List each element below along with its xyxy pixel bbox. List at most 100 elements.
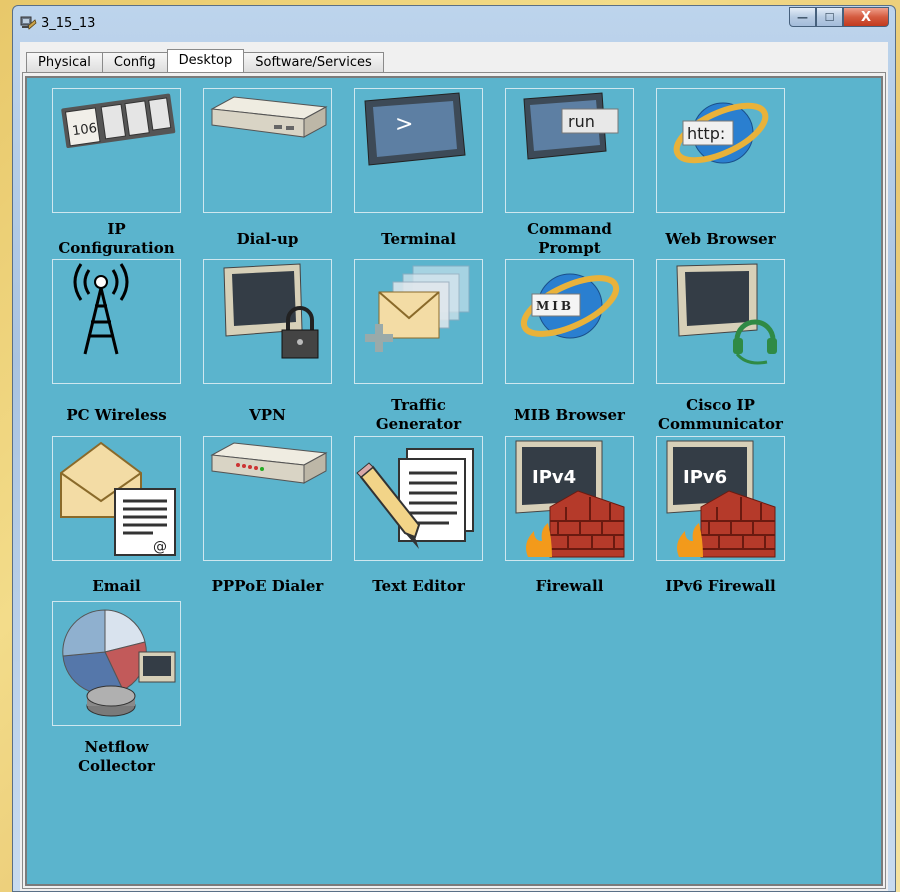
tab-desktop[interactable]: Desktop xyxy=(166,49,245,72)
app-ip-configuration[interactable]: 106 IP Configuration xyxy=(32,88,181,258)
window-client-area: Physical Config Desktop Software/Service… xyxy=(20,42,888,891)
app-text-editor[interactable]: Text Editor xyxy=(334,436,483,606)
wireless-tower-icon xyxy=(73,263,129,355)
app-label-line: Web Browser xyxy=(665,230,776,248)
app-mib-browser[interactable]: MIB MIB Browser xyxy=(485,259,634,429)
email-icon-text: @ xyxy=(153,539,167,555)
app-label-line: Command xyxy=(527,220,612,238)
tab-software-services[interactable]: Software/Services xyxy=(243,52,384,72)
command-prompt-icon-text: run xyxy=(568,112,595,131)
command-prompt-icon: run xyxy=(523,92,619,160)
tab-bar: Physical Config Desktop Software/Service… xyxy=(26,49,384,72)
app-label-line: Configuration xyxy=(58,239,175,257)
app-label: PPPoE Dialer xyxy=(183,577,352,596)
packet-tracer-pc-icon xyxy=(20,16,37,30)
app-label: IPv6 Firewall xyxy=(636,577,805,596)
app-dial-up[interactable]: Dial-up xyxy=(183,88,332,258)
app-label-line: Terminal xyxy=(381,230,456,248)
app-tile[interactable] xyxy=(52,601,181,726)
app-web-browser[interactable]: http: Web Browser xyxy=(636,88,785,258)
app-label: Firewall xyxy=(485,577,654,596)
app-tile[interactable] xyxy=(203,88,332,213)
app-label-line: Communicator xyxy=(658,415,783,433)
ipv6-firewall-icon: IPv6 xyxy=(666,440,776,558)
terminal-icon-text: > xyxy=(395,112,413,137)
maximize-icon: ☐ xyxy=(824,10,835,24)
app-label-line: Traffic xyxy=(391,396,446,414)
minimize-button[interactable]: — xyxy=(789,7,816,27)
tab-panel: 106 IP Configuration Dial-up > Terminal … xyxy=(22,72,886,889)
app-label: VPN xyxy=(183,406,352,425)
app-traffic-generator[interactable]: Traffic Generator xyxy=(334,259,483,433)
web-browser-icon: http: xyxy=(673,102,769,164)
app-label: Command Prompt xyxy=(485,220,654,258)
app-tile[interactable]: MIB xyxy=(505,259,634,384)
mib-browser-icon: MIB xyxy=(520,273,620,339)
app-ipv6-firewall[interactable]: IPv6 IPv6 Firewall xyxy=(636,436,785,606)
app-label: Traffic Generator xyxy=(334,396,503,434)
ipv6-firewall-icon-text: IPv6 xyxy=(683,467,727,488)
maximize-button[interactable]: ☐ xyxy=(816,7,843,27)
app-email[interactable]: @ Email xyxy=(32,436,181,606)
app-pc-wireless[interactable]: PC Wireless xyxy=(32,259,181,429)
text-editor-icon xyxy=(356,448,474,549)
app-tile[interactable] xyxy=(52,259,181,384)
ip-configuration-icon: 106 xyxy=(61,93,176,149)
app-label-line: Firewall xyxy=(535,577,604,595)
app-cisco-ip-communicator[interactable]: Cisco IP Communicator xyxy=(636,259,785,433)
title-bar[interactable]: 3_15_13 — ☐ X xyxy=(13,6,895,42)
app-tile[interactable] xyxy=(203,436,332,561)
app-label-line: Prompt xyxy=(538,239,601,257)
app-tile[interactable]: run xyxy=(505,88,634,213)
app-label-line: Dial-up xyxy=(236,230,299,248)
tab-config[interactable]: Config xyxy=(101,52,168,72)
email-icon: @ xyxy=(60,441,176,556)
app-tile[interactable]: 106 xyxy=(52,88,181,213)
app-tile[interactable]: http: xyxy=(656,88,785,213)
app-vpn[interactable]: VPN xyxy=(183,259,332,429)
desktop-area: 106 IP Configuration Dial-up > Terminal … xyxy=(25,76,883,886)
app-label: Netflow Collector xyxy=(32,738,201,776)
firewall-icon-text: IPv4 xyxy=(532,467,576,488)
firewall-icon: IPv4 xyxy=(515,440,625,558)
app-tile[interactable] xyxy=(203,259,332,384)
app-tile[interactable]: @ xyxy=(52,436,181,561)
app-label: Terminal xyxy=(334,230,503,249)
close-button[interactable]: X xyxy=(843,7,889,27)
app-label: IP Configuration xyxy=(32,220,201,258)
app-label: Email xyxy=(32,577,201,596)
minimize-icon: — xyxy=(797,10,808,24)
app-tile[interactable]: IPv6 xyxy=(656,436,785,561)
tab-physical[interactable]: Physical xyxy=(26,52,103,72)
window-controls: — ☐ X xyxy=(789,7,889,29)
app-label-line: Generator xyxy=(375,415,462,433)
app-label-line: PC Wireless xyxy=(66,406,167,424)
app-label-line: IP xyxy=(107,220,126,238)
traffic-generator-icon xyxy=(365,265,470,352)
application-window: 3_15_13 — ☐ X Physical Config Desktop So… xyxy=(12,5,896,892)
app-netflow-collector[interactable]: Netflow Collector xyxy=(32,601,181,775)
app-label: Web Browser xyxy=(636,230,805,249)
app-label: PC Wireless xyxy=(32,406,201,425)
app-label-line: VPN xyxy=(249,406,286,424)
terminal-icon: > xyxy=(364,92,466,166)
app-label-line: PPPoE Dialer xyxy=(211,577,324,595)
app-terminal[interactable]: > Terminal xyxy=(334,88,483,258)
app-label-line: IPv6 Firewall xyxy=(665,577,776,595)
app-command-prompt[interactable]: run Command Prompt xyxy=(485,88,634,258)
app-label-line: Email xyxy=(92,577,141,595)
app-tile[interactable]: IPv4 xyxy=(505,436,634,561)
app-pppoe-dialer[interactable]: PPPoE Dialer xyxy=(183,436,332,606)
netflow-collector-icon xyxy=(62,609,176,717)
app-firewall[interactable]: IPv4 Firewall xyxy=(485,436,634,606)
app-label-line: MIB Browser xyxy=(514,406,625,424)
app-tile[interactable] xyxy=(354,436,483,561)
app-label-line: Text Editor xyxy=(372,577,465,595)
app-label: Text Editor xyxy=(334,577,503,596)
app-label: Dial-up xyxy=(183,230,352,249)
app-tile[interactable]: > xyxy=(354,88,483,213)
ip-communicator-headset-icon xyxy=(676,263,777,365)
app-tile[interactable] xyxy=(656,259,785,384)
pppoe-dialer-icon xyxy=(210,442,328,484)
app-tile[interactable] xyxy=(354,259,483,384)
